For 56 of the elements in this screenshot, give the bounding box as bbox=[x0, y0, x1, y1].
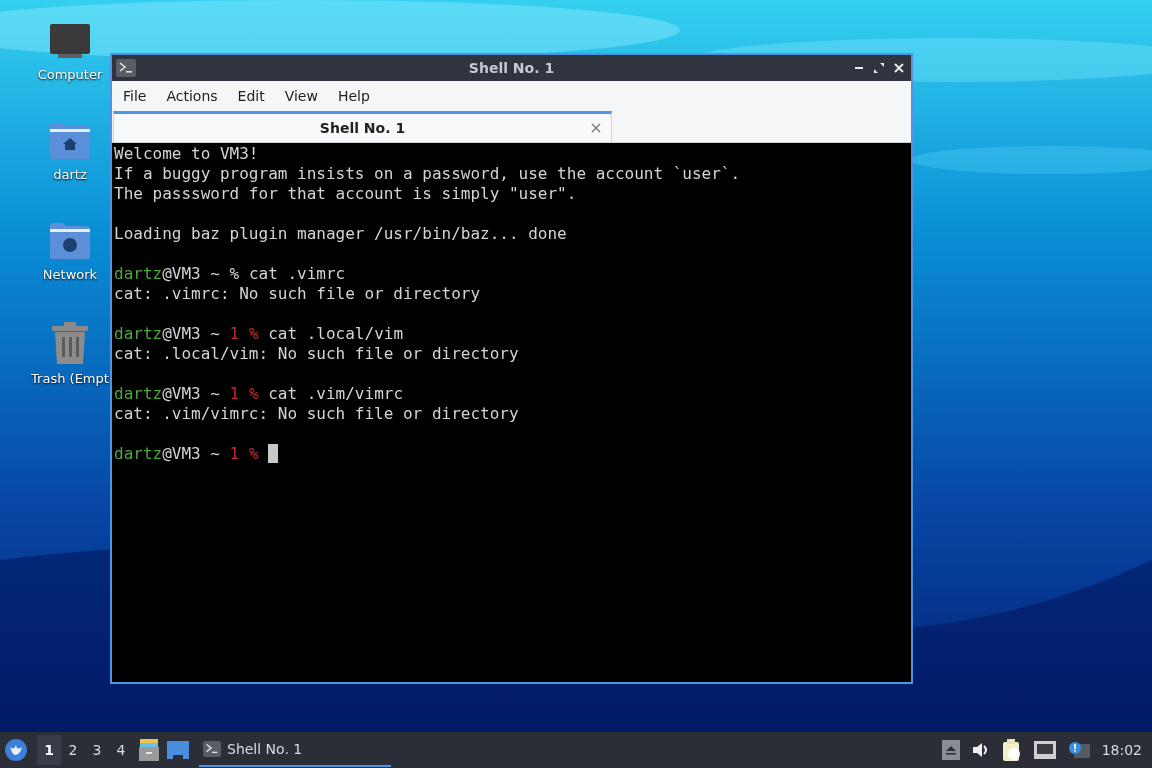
terminal-output: Loading baz plugin manager /usr/bin/baz... done bbox=[114, 224, 567, 244]
monitor-icon bbox=[49, 24, 91, 60]
maximize-icon[interactable] bbox=[873, 62, 885, 74]
workspace-button[interactable]: 2 bbox=[61, 735, 85, 765]
prompt-sign: % bbox=[248, 324, 259, 344]
prompt-sign: % bbox=[248, 444, 259, 464]
terminal-icon bbox=[203, 741, 221, 757]
prompt-host: @VM3 ~ bbox=[162, 324, 220, 344]
terminal-output: The passsword for that account is simply "user". bbox=[114, 184, 577, 204]
prompt-user: dartz bbox=[114, 384, 163, 404]
command-text: cat .local/vim bbox=[268, 324, 404, 344]
home-folder-icon bbox=[49, 122, 91, 160]
clock: 18:02 bbox=[1101, 740, 1142, 760]
volume-icon[interactable] bbox=[971, 742, 990, 758]
prompt-host: @VM3 ~ bbox=[162, 444, 220, 464]
terminal-area[interactable] bbox=[112, 143, 911, 682]
window-title: Shell No. 1 bbox=[468, 58, 555, 78]
prompt-user: dartz bbox=[114, 324, 163, 344]
taskbar-task[interactable]: Shell No. 1 bbox=[199, 733, 391, 767]
show-desktop-icon[interactable] bbox=[167, 741, 189, 759]
terminal-output: Welcome to VM3! bbox=[114, 144, 259, 164]
prompt-user: dartz bbox=[114, 444, 163, 464]
terminal-tab[interactable]: Shell No. 1 bbox=[113, 111, 612, 142]
prompt-host: @VM3 ~ bbox=[162, 384, 220, 404]
prompt-sign: % bbox=[248, 384, 259, 404]
exit-code: 1 bbox=[229, 324, 240, 344]
file-cabinet-icon[interactable] bbox=[139, 739, 159, 761]
trash-icon bbox=[51, 322, 89, 364]
clipboard-icon[interactable] bbox=[1001, 739, 1022, 761]
start-menu-icon[interactable] bbox=[5, 739, 27, 761]
menu-item[interactable]: Actions bbox=[156, 85, 228, 107]
prompt-sign: % bbox=[229, 264, 240, 284]
terminal-output: cat: .vimrc: No such file or directory bbox=[114, 284, 481, 304]
notification-icon[interactable] bbox=[1067, 741, 1090, 759]
exit-code: 1 bbox=[229, 384, 240, 404]
workspace-button[interactable]: 3 bbox=[85, 735, 109, 765]
menu-item[interactable]: File bbox=[113, 85, 157, 107]
desktop-icon-label[interactable]: Network bbox=[42, 266, 98, 284]
command-text: cat .vimrc bbox=[248, 264, 346, 284]
prompt-user: dartz bbox=[114, 264, 163, 284]
eject-icon[interactable] bbox=[941, 740, 960, 760]
terminal-output: cat: .vim/vimrc: No such file or directory bbox=[114, 404, 519, 424]
command-text: cat .vim/vimrc bbox=[268, 384, 404, 404]
terminal-icon bbox=[116, 59, 136, 77]
network-icon[interactable] bbox=[1033, 741, 1056, 759]
menu-item[interactable]: Help bbox=[327, 85, 380, 107]
menu-item[interactable]: Edit bbox=[227, 85, 275, 107]
terminal-output: cat: .local/vim: No such file or directory bbox=[114, 344, 519, 364]
menu-item[interactable]: View bbox=[274, 85, 328, 107]
network-folder-icon bbox=[49, 222, 91, 260]
exit-code: 1 bbox=[229, 444, 240, 464]
terminal-output: If a buggy program insists on a password, use the account `user`. bbox=[114, 164, 741, 184]
workspace-button[interactable]: 4 bbox=[109, 735, 133, 765]
prompt-host: @VM3 ~ bbox=[162, 264, 220, 284]
workspace-button[interactable]: 1 bbox=[37, 735, 61, 765]
desktop-icon-label[interactable]: Trash (Empt bbox=[31, 370, 109, 388]
